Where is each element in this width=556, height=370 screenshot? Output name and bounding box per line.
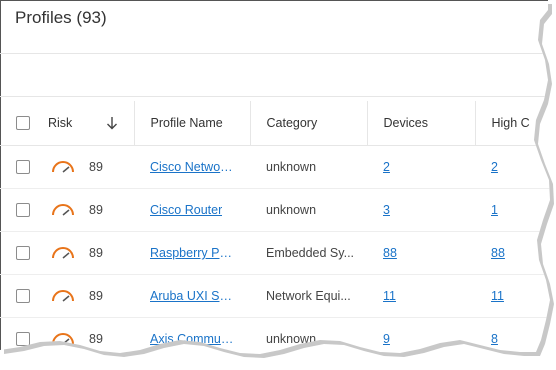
gauge-icon	[52, 290, 74, 302]
divider	[0, 53, 550, 54]
profile-link[interactable]: Cisco Router	[150, 203, 222, 217]
row-checkbox[interactable]	[16, 203, 30, 217]
table-row: 89 Cisco Router unknown 3 1	[0, 188, 550, 232]
gauge-icon	[52, 161, 74, 173]
table-row: 89 Raspberry Pi ... Embedded Sy... 88 88	[0, 231, 550, 275]
row-select-cell	[0, 274, 45, 318]
risk-column-header[interactable]: Risk	[45, 101, 134, 146]
risk-cell: 89	[45, 274, 134, 318]
profile-link[interactable]: Raspberry Pi ...	[150, 246, 234, 260]
row-select-cell	[0, 188, 45, 232]
high-link[interactable]: 88	[491, 246, 505, 260]
high-link[interactable]: 2	[491, 160, 498, 174]
category-cell: Embedded Sy...	[250, 231, 367, 275]
devices-column-header[interactable]: Devices	[366, 101, 475, 146]
gauge-icon	[52, 247, 74, 259]
profile-name-cell: Cisco Router	[134, 188, 250, 232]
row-checkbox[interactable]	[16, 246, 30, 260]
high-cell: 11	[475, 274, 550, 318]
risk-score: 89	[89, 160, 103, 174]
devices-link[interactable]: 2	[383, 160, 390, 174]
devices-link[interactable]: 3	[383, 203, 390, 217]
profile-name-cell: Cisco Networ...	[134, 145, 250, 189]
devices-link[interactable]: 9	[383, 332, 390, 346]
profile-link[interactable]: Aruba UXI Se...	[150, 289, 234, 303]
devices-link[interactable]: 88	[383, 246, 397, 260]
risk-cell: 89	[45, 231, 134, 275]
table-row: 89 Aruba UXI Se... Network Equi... 11 11	[0, 274, 550, 318]
category-column-header[interactable]: Category	[249, 101, 367, 146]
risk-cell: 89	[45, 145, 134, 189]
screenshot-frame: Profiles (93) Risk Profile Name Category…	[0, 0, 550, 354]
row-checkbox[interactable]	[16, 160, 30, 174]
risk-score: 89	[89, 289, 103, 303]
page-title: Profiles (93)	[15, 8, 107, 27]
risk-header-label: Risk	[48, 116, 73, 130]
table-row: 89 Cisco Networ... unknown 2 2	[0, 145, 550, 189]
profiles-table: Risk Profile Name Category Devices High …	[0, 101, 550, 354]
arrow-down-icon[interactable]	[106, 116, 118, 130]
profile-name-cell: Raspberry Pi ...	[134, 231, 250, 275]
devices-cell: 3	[367, 188, 475, 232]
row-select-cell	[0, 231, 45, 275]
divider	[0, 96, 550, 97]
gauge-icon	[52, 204, 74, 216]
devices-cell: 11	[367, 274, 475, 318]
profile-link[interactable]: Cisco Networ...	[150, 160, 234, 174]
high-link[interactable]: 1	[491, 203, 498, 217]
category-cell: unknown	[250, 188, 367, 232]
row-checkbox[interactable]	[16, 289, 30, 303]
risk-cell: 89	[45, 188, 134, 232]
risk-score: 89	[89, 332, 103, 346]
frame-border-top	[0, 0, 548, 1]
high-link[interactable]: 8	[491, 332, 498, 346]
high-link[interactable]: 11	[491, 289, 504, 303]
category-cell: unknown	[250, 145, 367, 189]
select-all-cell	[0, 101, 45, 146]
profile-name-cell: Aruba UXI Se...	[134, 274, 250, 318]
risk-score: 89	[89, 246, 103, 260]
row-checkbox[interactable]	[16, 332, 30, 346]
category-cell: Network Equi...	[250, 274, 367, 318]
devices-cell: 88	[367, 231, 475, 275]
row-select-cell	[0, 317, 45, 354]
table-header-row: Risk Profile Name Category Devices High …	[0, 101, 550, 146]
row-select-cell	[0, 145, 45, 189]
profile-name-column-header[interactable]: Profile Name	[133, 101, 250, 146]
devices-link[interactable]: 11	[383, 289, 396, 303]
select-all-checkbox[interactable]	[16, 116, 30, 130]
devices-cell: 2	[367, 145, 475, 189]
risk-score: 89	[89, 203, 103, 217]
